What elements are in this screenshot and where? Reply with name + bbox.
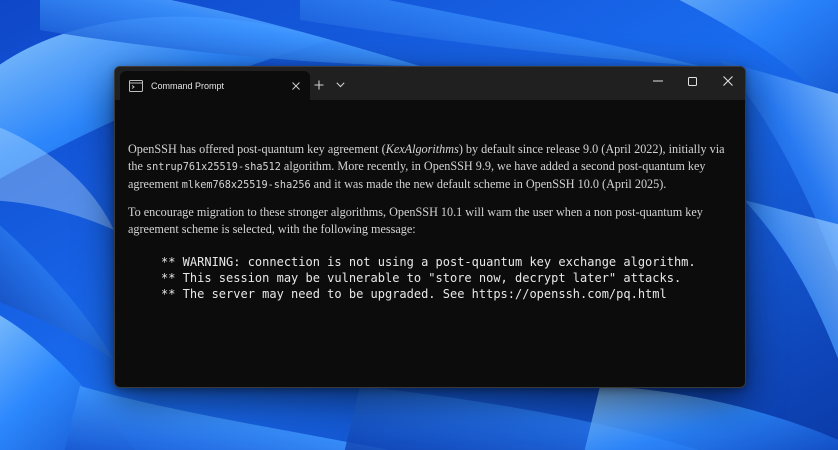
warning-message: ** WARNING: connection is not using a po… xyxy=(161,254,734,302)
intro-text-1: OpenSSH has offered post-quantum key agr… xyxy=(128,142,386,156)
tab-title: Command Prompt xyxy=(151,80,225,91)
new-tab-button[interactable] xyxy=(309,75,329,95)
minimize-button[interactable] xyxy=(640,67,675,95)
intro-text-4: and it was made the new default scheme i… xyxy=(310,177,667,191)
warning-line: ** The server may need to be upgraded. S… xyxy=(161,287,667,301)
close-icon xyxy=(292,81,300,90)
tab-command-prompt[interactable]: Command Prompt xyxy=(120,71,310,100)
close-window-button[interactable] xyxy=(710,67,745,95)
title-bar[interactable]: Command Prompt xyxy=(115,67,745,100)
kexalgorithms-term: KexAlgorithms xyxy=(385,142,459,156)
algorithm-sntrup: sntrup761x25519-sha512 xyxy=(145,162,281,173)
window-controls xyxy=(640,67,745,95)
minimize-icon xyxy=(652,80,663,82)
tab-close-button[interactable] xyxy=(288,78,304,94)
warning-line: ** WARNING: connection is not using a po… xyxy=(161,255,696,269)
algorithm-mlkem: mlkem768x25519-sha256 xyxy=(181,180,311,191)
maximize-button[interactable] xyxy=(675,67,710,95)
paragraph-intro: OpenSSH has offered post-quantum key agr… xyxy=(128,141,734,194)
paragraph-migration: To encourage migration to these stronger… xyxy=(128,205,703,236)
plus-icon xyxy=(314,80,324,90)
chevron-down-icon xyxy=(335,82,345,88)
terminal-output[interactable]: OpenSSH has offered post-quantum key agr… xyxy=(128,141,734,302)
maximize-icon xyxy=(688,76,697,86)
close-icon xyxy=(722,76,733,86)
terminal-icon xyxy=(129,79,143,92)
tab-dropdown-button[interactable] xyxy=(330,75,350,95)
command-prompt-window[interactable]: Command Prompt OpenSSH has offered post-… xyxy=(114,66,746,388)
warning-line: ** This session may be vulnerable to "st… xyxy=(161,271,682,285)
